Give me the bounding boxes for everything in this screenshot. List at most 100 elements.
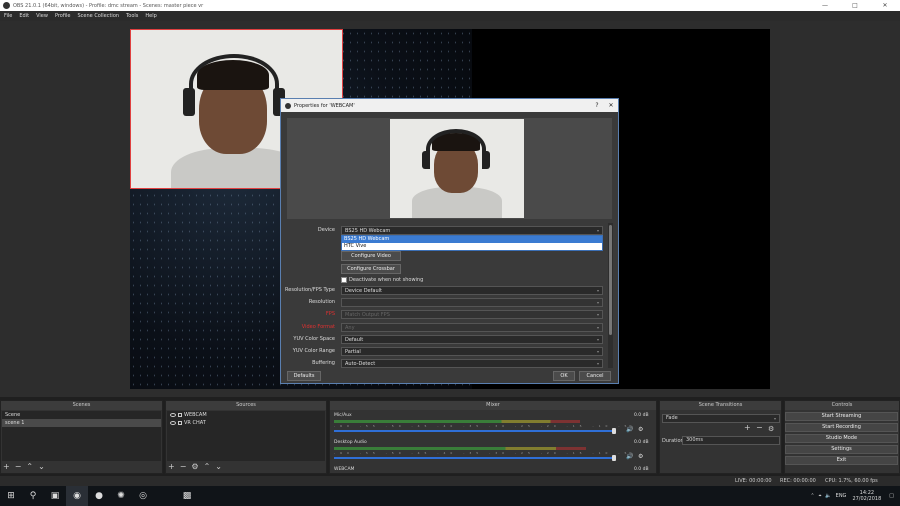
- menu-edit[interactable]: Edit: [19, 13, 29, 19]
- property-label: Resolution/FPS Type: [285, 287, 335, 293]
- cancel-button[interactable]: Cancel: [579, 371, 611, 381]
- notifications-icon[interactable]: □: [889, 493, 894, 499]
- property-label: Buffering: [312, 360, 335, 367]
- speaker-icon[interactable]: 🔊: [626, 453, 633, 460]
- steam-icon[interactable]: ●: [88, 486, 110, 506]
- property-select[interactable]: Default ▾: [341, 334, 603, 344]
- window-title-bar: OBS 21.0.1 (64bit, windows) - Profile: d…: [0, 0, 900, 11]
- remove-transition-icon[interactable]: −: [756, 423, 763, 432]
- minimize-button[interactable]: —: [810, 2, 840, 9]
- rec-time: REC: 00:00:00: [780, 478, 816, 484]
- defaults-button[interactable]: Defaults: [287, 371, 321, 381]
- studio-mode-button[interactable]: Studio Mode: [785, 434, 898, 443]
- property-row: FPS Match Output FPS ▾: [281, 310, 611, 320]
- move-up-icon[interactable]: ⌃: [26, 462, 33, 472]
- volume-slider[interactable]: [334, 457, 616, 459]
- taskbar: ⊞ ⚲ ▣ ◉ ● ✺ ◎ ▩ ⌃ ⌖ 🔈 ENG 14:22 27/02/20…: [0, 486, 900, 506]
- volume-slider[interactable]: [334, 430, 616, 432]
- scenes-dock: Scenes Scene scene 1 + − ⌃ ⌄: [0, 400, 163, 474]
- property-select: Any ▾: [341, 322, 603, 332]
- move-down-icon[interactable]: ⌄: [38, 462, 45, 472]
- duration-input[interactable]: 300ms: [682, 436, 780, 445]
- ok-button[interactable]: OK: [553, 371, 575, 381]
- lock-icon[interactable]: [178, 412, 182, 417]
- speaker-icon[interactable]: 🔊: [626, 426, 633, 433]
- exit-button[interactable]: Exit: [785, 456, 898, 465]
- meter-ticks: -60 -55 -50 -45 -40 -35 -30 -25 -20 -15 …: [334, 424, 634, 428]
- input-language[interactable]: ENG: [836, 493, 847, 499]
- volume-slider-knob[interactable]: [612, 428, 616, 434]
- obs-taskbar-icon[interactable]: ◉: [66, 486, 88, 506]
- menu-scene-collection[interactable]: Scene Collection: [77, 13, 119, 19]
- blank-app-icon[interactable]: [154, 486, 176, 506]
- clock-date: 27/02/2018: [852, 496, 882, 502]
- move-up-icon[interactable]: ⌃: [204, 462, 211, 472]
- gear-icon[interactable]: ⚙: [638, 426, 643, 433]
- task-view-icon[interactable]: ▣: [44, 486, 66, 506]
- configure-crossbar-button[interactable]: Configure Crossbar: [341, 264, 401, 274]
- transitions-header: Scene Transitions: [660, 401, 781, 410]
- add-source-icon[interactable]: +: [168, 462, 175, 472]
- maximize-button[interactable]: □: [840, 2, 870, 9]
- property-label: YUV Color Space: [293, 335, 335, 342]
- menu-tools[interactable]: Tools: [126, 13, 138, 19]
- menu-file[interactable]: File: [4, 13, 12, 19]
- menu-help[interactable]: Help: [145, 13, 156, 19]
- volume-icon[interactable]: 🔈: [825, 493, 831, 499]
- move-down-icon[interactable]: ⌄: [215, 462, 222, 472]
- device-option[interactable]: BS25 HD Webcam: [342, 236, 602, 243]
- dialog-preview: [287, 118, 612, 219]
- scene-item[interactable]: scene 1: [2, 419, 161, 427]
- clock[interactable]: 14:22 27/02/2018: [852, 490, 881, 502]
- dialog-close-button[interactable]: ✕: [604, 102, 618, 109]
- device-select[interactable]: BS25 HD Webcam ▾: [341, 226, 603, 235]
- gear-icon[interactable]: ⚙: [191, 462, 198, 472]
- menu-profile[interactable]: Profile: [55, 13, 71, 19]
- property-select[interactable]: Auto-Detect ▾: [341, 359, 603, 369]
- gear-icon[interactable]: ⚙: [638, 453, 643, 460]
- source-item[interactable]: WEBCAM: [167, 411, 325, 419]
- start-recording-button[interactable]: Start Recording: [785, 423, 898, 432]
- search-icon[interactable]: ⚲: [22, 486, 44, 506]
- visibility-eye-icon[interactable]: [170, 420, 176, 425]
- remove-source-icon[interactable]: −: [180, 462, 187, 472]
- deactivate-checkbox[interactable]: [341, 277, 347, 283]
- lock-icon[interactable]: [178, 420, 182, 425]
- windows-start-icon[interactable]: ⊞: [0, 486, 22, 506]
- menu-view[interactable]: View: [36, 13, 48, 19]
- scene-item[interactable]: Scene: [2, 411, 161, 419]
- scenes-header: Scenes: [1, 401, 162, 410]
- settings-button[interactable]: Settings: [785, 445, 898, 454]
- volume-slider-knob[interactable]: [612, 455, 616, 461]
- property-label: Resolution: [308, 299, 335, 306]
- dialog-title-bar: Properties for 'WEBCAM' ? ✕: [281, 99, 618, 112]
- app-icon[interactable]: ✺: [110, 486, 132, 506]
- window-app-icon[interactable]: ▩: [176, 486, 198, 506]
- gear-icon[interactable]: ⚙: [768, 425, 774, 433]
- properties-dialog: Properties for 'WEBCAM' ? ✕ Device BS25 …: [280, 98, 619, 384]
- configure-video-button[interactable]: Configure Video: [341, 251, 401, 261]
- dialog-title: Properties for 'WEBCAM': [294, 102, 355, 109]
- sources-dock: Sources WEBCAM VR CHAT + − ⚙ ⌃ ⌄: [165, 400, 327, 474]
- remove-scene-icon[interactable]: −: [15, 462, 22, 472]
- duration-label: Duration: [662, 438, 684, 444]
- help-button[interactable]: ?: [590, 102, 604, 109]
- source-item[interactable]: VR CHAT: [167, 419, 325, 427]
- close-button[interactable]: ✕: [870, 2, 900, 9]
- transition-select[interactable]: Fade ▾: [662, 414, 780, 423]
- property-select[interactable]: Device Default ▾: [341, 286, 603, 295]
- mixer-channel-name: Desktop Audio: [334, 440, 367, 445]
- property-select[interactable]: Partial ▾: [341, 347, 603, 356]
- device-option[interactable]: HTC Vive: [342, 243, 602, 250]
- network-icon[interactable]: ⌖: [819, 493, 822, 499]
- tray-chevron-icon[interactable]: ⌃: [810, 493, 814, 499]
- volume-meter: [334, 420, 580, 423]
- status-bar: LIVE: 00:00:00 REC: 00:00:00 CPU: 1.7%, …: [0, 476, 900, 486]
- sources-header: Sources: [166, 401, 326, 410]
- sources-list: WEBCAM VR CHAT: [167, 411, 325, 461]
- visibility-eye-icon[interactable]: [170, 412, 176, 417]
- browser-icon[interactable]: ◎: [132, 486, 154, 506]
- add-scene-icon[interactable]: +: [3, 462, 10, 472]
- add-transition-icon[interactable]: +: [744, 423, 751, 432]
- start-streaming-button[interactable]: Start Streaming: [785, 412, 898, 421]
